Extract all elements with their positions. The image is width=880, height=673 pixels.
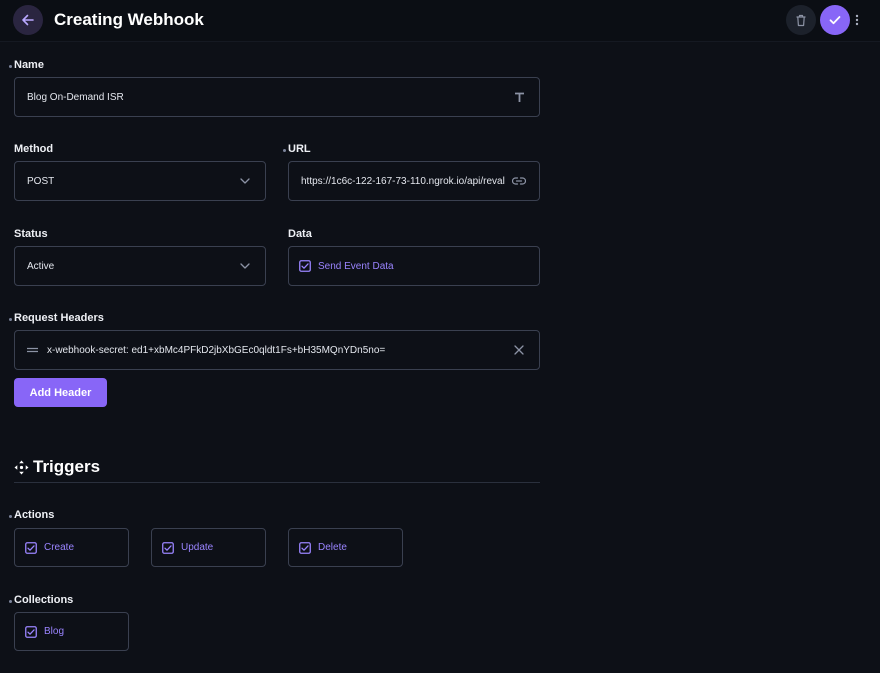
collections-label: Collections	[14, 594, 74, 606]
action-update-checkbox[interactable]: Update	[151, 528, 266, 567]
save-button[interactable]	[820, 5, 850, 35]
url-label: URL	[288, 143, 311, 155]
section-divider	[14, 482, 540, 483]
action-create-checkbox[interactable]: Create	[14, 528, 129, 567]
checkbox-checked-icon	[25, 541, 37, 554]
send-event-data-label: Send Event Data	[318, 260, 394, 272]
back-button[interactable]	[13, 5, 43, 35]
required-indicator	[9, 515, 12, 518]
triggers-heading: Triggers	[14, 457, 100, 477]
triggers-title: Triggers	[33, 457, 101, 476]
delete-button[interactable]	[786, 5, 816, 35]
status-label: Status	[14, 228, 48, 240]
more-vertical-icon	[855, 14, 859, 26]
page-title: Creating Webhook	[54, 10, 204, 29]
required-indicator	[9, 318, 12, 321]
actions-label: Actions	[14, 509, 55, 521]
send-event-data-checkbox[interactable]: Send Event Data	[288, 246, 540, 286]
required-indicator	[9, 600, 12, 603]
collection-blog-checkbox[interactable]: Blog	[14, 612, 129, 651]
method-select[interactable]: POST	[14, 161, 266, 201]
name-label: Name	[14, 59, 44, 71]
url-input[interactable]: https://1c6c-122-167-73-110.ngrok.io/api…	[288, 161, 540, 201]
check-icon	[829, 16, 841, 25]
method-label: Method	[14, 143, 54, 155]
more-options-button[interactable]	[852, 11, 862, 29]
action-delete-label: Delete	[318, 542, 347, 553]
method-value: POST	[27, 175, 55, 187]
link-icon	[511, 177, 527, 185]
trash-icon	[796, 14, 806, 26]
action-create-label: Create	[44, 542, 75, 553]
checkbox-checked-icon	[162, 541, 174, 554]
checkbox-checked-icon	[299, 541, 311, 554]
required-indicator	[283, 149, 286, 152]
collection-blog-label: Blog	[44, 626, 65, 637]
action-delete-checkbox[interactable]: Delete	[288, 528, 403, 567]
chevron-down-icon	[237, 263, 253, 269]
status-value: Active	[27, 260, 55, 272]
move-arrows-icon	[14, 460, 29, 475]
page-header: Creating Webhook	[0, 0, 880, 42]
arrow-left-icon	[22, 14, 34, 26]
add-header-button[interactable]: Add Header	[14, 378, 107, 407]
required-indicator	[9, 65, 12, 68]
checkbox-checked-icon	[299, 260, 311, 272]
status-select[interactable]: Active	[14, 246, 266, 286]
close-icon	[514, 345, 524, 355]
request-headers-label: Request Headers	[14, 312, 104, 324]
name-value: Blog On-Demand ISR	[27, 91, 124, 103]
request-header-value: x-webhook-secret: ed1+xbMc4PFkD2jbXbGEc0…	[47, 344, 386, 356]
checkbox-checked-icon	[25, 625, 37, 638]
remove-header-button[interactable]	[511, 345, 527, 355]
action-update-label: Update	[181, 542, 214, 553]
request-header-row[interactable]: x-webhook-secret: ed1+xbMc4PFkD2jbXbGEc0…	[14, 330, 540, 370]
text-type-icon	[511, 92, 527, 103]
chevron-down-icon	[237, 178, 253, 184]
name-input[interactable]: Blog On-Demand ISR	[14, 77, 540, 117]
drag-handle-icon[interactable]	[27, 347, 38, 353]
data-label: Data	[288, 228, 312, 240]
url-value: https://1c6c-122-167-73-110.ngrok.io/api…	[301, 175, 505, 187]
